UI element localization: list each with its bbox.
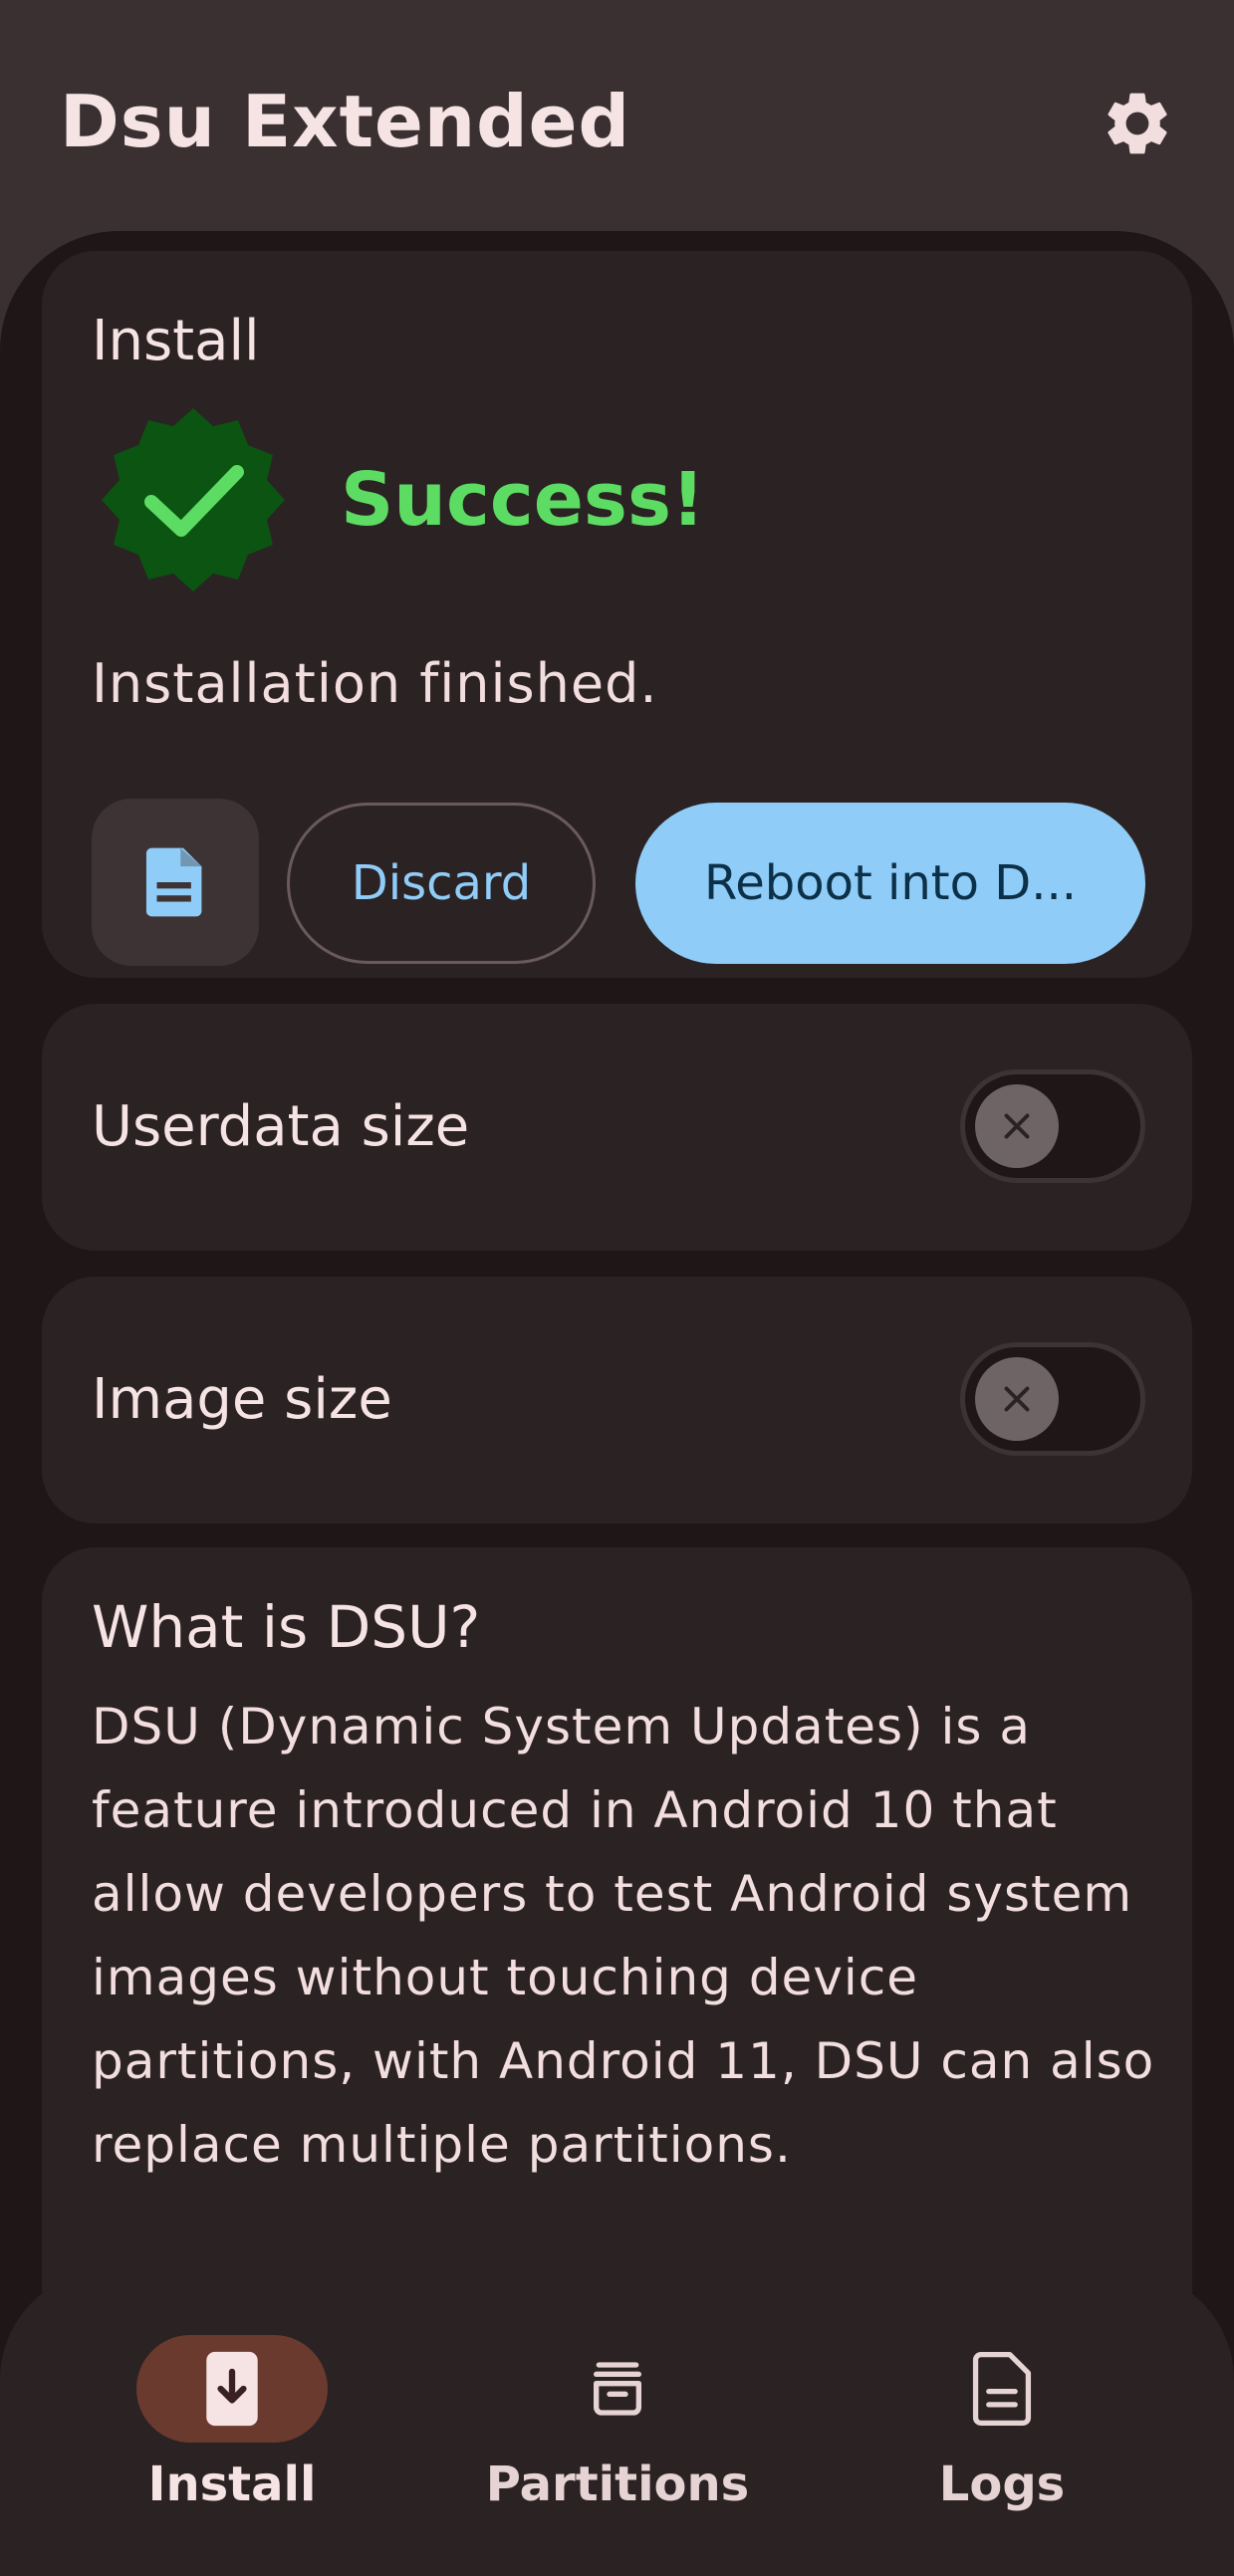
nav-pill-install — [136, 2335, 328, 2443]
nav-item-install[interactable]: Install — [83, 2335, 381, 2544]
userdata-size-card: Userdata size — [42, 1004, 1192, 1251]
nav-pill-partitions — [522, 2335, 713, 2443]
top-app-bar: Dsu Extended — [0, 0, 1234, 259]
logs-icon — [972, 2352, 1032, 2426]
nav-label-logs: Logs — [938, 2457, 1066, 2512]
close-icon — [1004, 1386, 1030, 1412]
bottom-navigation: Install Partitions Logs — [0, 2270, 1234, 2576]
install-icon — [206, 2351, 258, 2427]
document-icon — [145, 847, 202, 917]
nav-item-partitions[interactable]: Partitions — [468, 2335, 767, 2544]
userdata-size-label: Userdata size — [92, 1094, 470, 1159]
settings-button[interactable] — [1096, 82, 1179, 165]
content-surface: Install Success! Installation finished. … — [0, 231, 1234, 2576]
nav-pill-logs — [906, 2335, 1098, 2443]
switch-thumb — [975, 1084, 1059, 1168]
image-size-card: Image size — [42, 1277, 1192, 1523]
success-text: Success! — [341, 457, 705, 543]
nav-label-install: Install — [147, 2457, 317, 2512]
discard-button[interactable]: Discard — [287, 803, 596, 964]
install-card-title: Install — [92, 309, 260, 373]
gear-icon — [1108, 93, 1167, 154]
switch-thumb — [975, 1357, 1059, 1441]
close-icon — [1004, 1113, 1030, 1139]
nav-label-partitions: Partitions — [485, 2457, 750, 2512]
view-log-button[interactable] — [92, 799, 259, 966]
nav-item-logs[interactable]: Logs — [853, 2335, 1151, 2544]
image-size-label: Image size — [92, 1367, 392, 1432]
reboot-button[interactable]: Reboot into D... — [635, 803, 1145, 964]
check-badge-icon — [102, 408, 285, 591]
partitions-icon — [594, 2362, 641, 2416]
about-dsu-title: What is DSU? — [92, 1593, 481, 1661]
install-card: Install Success! Installation finished. … — [42, 251, 1192, 978]
install-status-text: Installation finished. — [92, 652, 658, 715]
app-title: Dsu Extended — [60, 80, 630, 163]
about-dsu-body: DSU (Dynamic System Updates) is a featur… — [92, 1698, 1155, 2174]
image-size-switch[interactable] — [960, 1342, 1145, 1456]
userdata-size-switch[interactable] — [960, 1069, 1145, 1183]
